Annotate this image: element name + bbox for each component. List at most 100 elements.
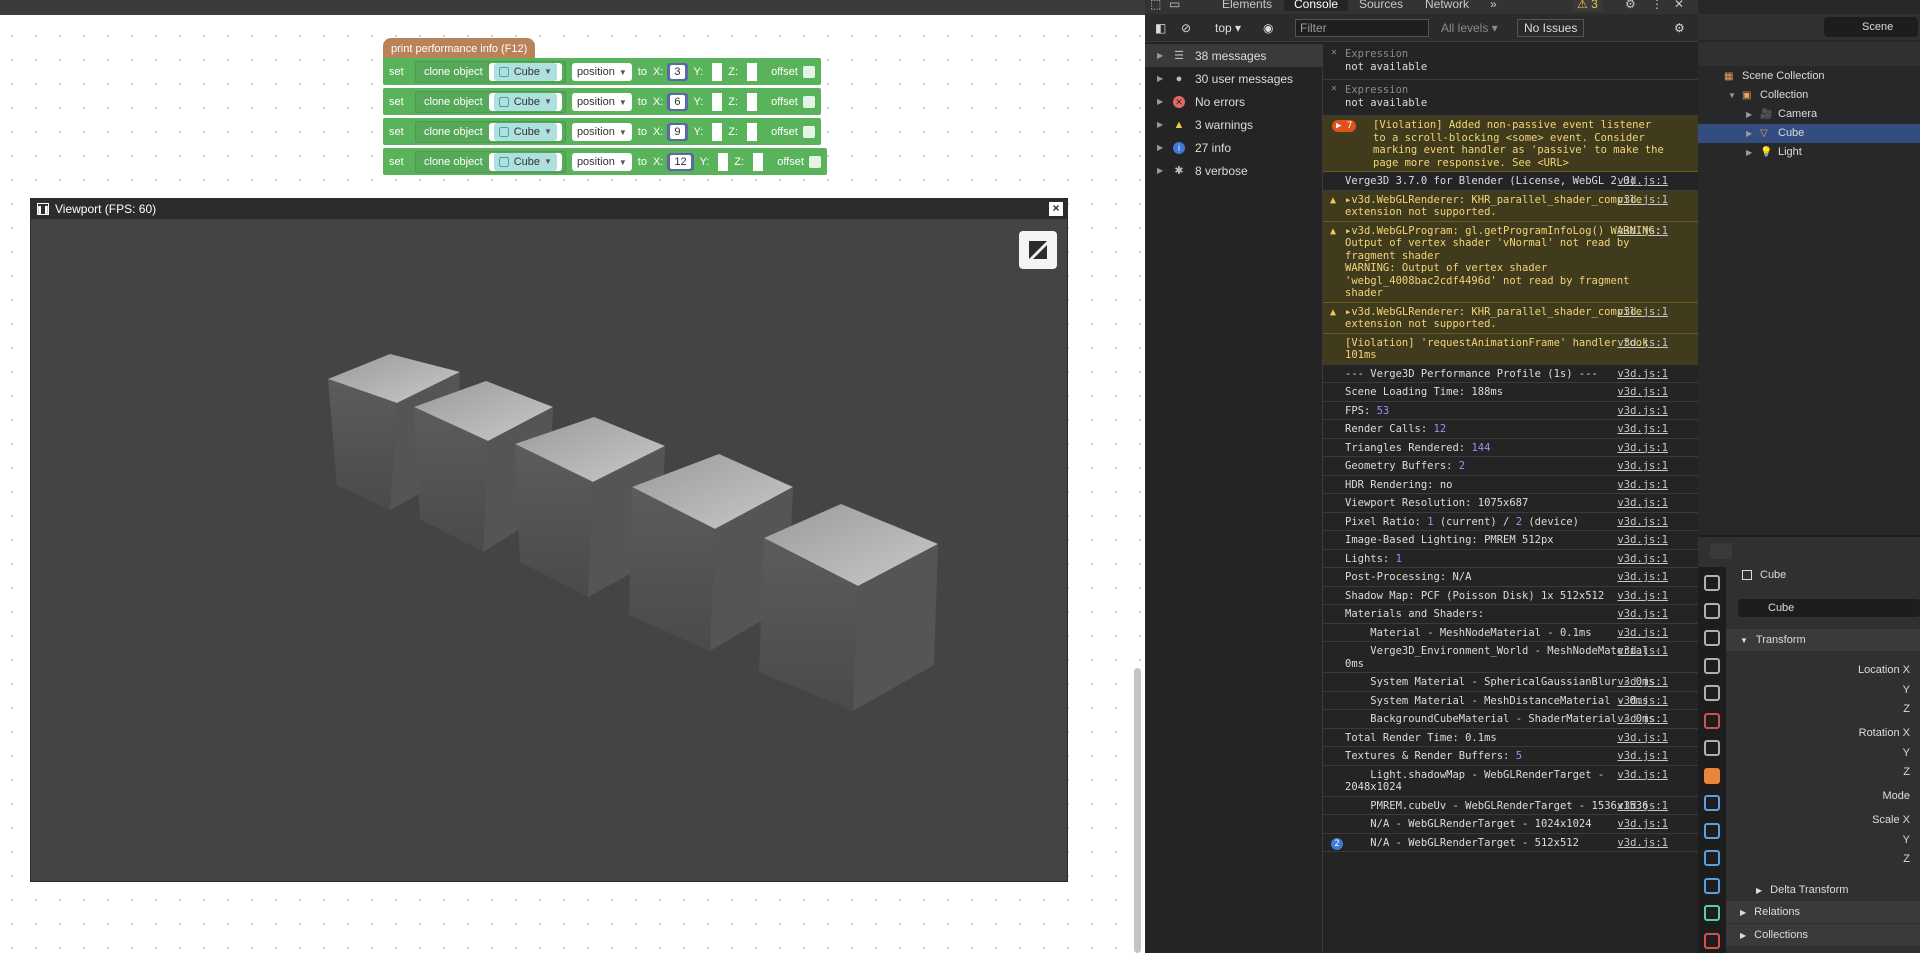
clone-object-block[interactable]: clone object Cube ▼ <box>415 150 566 173</box>
panel-header[interactable]: ▶ Relations <box>1726 901 1920 923</box>
expand-arrow-icon[interactable]: ▶ <box>1157 166 1171 175</box>
source-link[interactable]: v3d.js:1 <box>1617 695 1668 708</box>
source-link[interactable]: v3d.js:1 <box>1617 571 1668 584</box>
properties-tab-icon[interactable] <box>1704 575 1720 591</box>
filter-input[interactable]: Filter <box>1295 19 1429 37</box>
viewport-window[interactable]: ❚❚ Viewport (FPS: 60) × <box>30 198 1068 882</box>
offset-checkbox[interactable] <box>808 155 821 168</box>
violation-message[interactable]: ▶ 7 [Violation] Added non-passive event l… <box>1323 116 1698 172</box>
sidebar-item-user[interactable]: ▶ ● 30 user messages <box>1145 67 1322 90</box>
log-message[interactable]: Post-Processing: N/A v3d.js:1 <box>1323 568 1698 587</box>
y-input-slot[interactable] <box>708 122 723 141</box>
source-link[interactable]: v3d.js:1 <box>1617 337 1668 350</box>
outliner-item[interactable]: ▶ ▽ Cube <box>1698 124 1920 143</box>
warning-message[interactable]: ▲ ▸v3d.WebGLRenderer: KHR_parallel_shader… <box>1323 190 1698 222</box>
log-message[interactable]: Verge3D_Environment_World - MeshNodeMate… <box>1323 642 1698 673</box>
source-link[interactable]: v3d.js:1 <box>1617 516 1668 529</box>
properties-editor[interactable]: Cube Cube ▼ Transform ▶ Delta Transform ▶ Rel… <box>1698 535 1920 953</box>
source-link[interactable]: v3d.js:1 <box>1617 713 1668 726</box>
live-expression[interactable]: ✕ Expression not available <box>1323 80 1698 116</box>
object-dropdown[interactable]: Cube ▼ <box>488 92 562 111</box>
sidebar-item-warning[interactable]: ▶ ▲ 3 warnings <box>1145 113 1322 136</box>
properties-tab-icon[interactable] <box>1704 657 1720 674</box>
blender-panels[interactable]: Scene ▦ Scene Collection ▼ ▣ Collection ▶ 🎥 Cam… <box>1698 0 1920 953</box>
outliner-item[interactable]: ▼ ▣ Collection <box>1698 86 1920 105</box>
properties-tab-icon[interactable] <box>1704 685 1720 701</box>
warning-message[interactable]: ▲ ▸v3d.WebGLRenderer: KHR_parallel_shader… <box>1323 302 1698 334</box>
x-value[interactable]: 12 <box>670 154 691 169</box>
source-link[interactable]: v3d.js:1 <box>1617 837 1668 850</box>
source-link[interactable]: v3d.js:1 <box>1617 442 1668 455</box>
offset-checkbox[interactable] <box>802 65 815 78</box>
scene-selector[interactable]: Scene <box>1824 17 1918 37</box>
pause-icon[interactable]: ❚❚ <box>36 203 50 215</box>
properties-tab-icon[interactable] <box>1704 602 1720 619</box>
workspace-scrollbar[interactable] <box>1134 668 1141 953</box>
log-message[interactable]: Materials and Shaders: v3d.js:1 <box>1323 605 1698 624</box>
context-select[interactable]: top ▾ <box>1215 21 1241 35</box>
properties-tab-icon[interactable] <box>1704 740 1720 756</box>
warning-count-badge[interactable]: ⚠ 3 <box>1573 0 1602 11</box>
property-dropdown[interactable]: position ▼ <box>571 152 632 171</box>
outliner-item[interactable]: ▦ Scene Collection <box>1698 67 1920 86</box>
y-input-slot[interactable] <box>708 92 723 111</box>
eye-icon[interactable]: ◉ <box>1263 21 1273 35</box>
more-tabs-icon[interactable]: » <box>1490 0 1497 11</box>
log-message[interactable]: N/A - WebGLRenderTarget - 1024x1024 v3d.j… <box>1323 815 1698 834</box>
log-message[interactable]: Shadow Map: PCF (Poisson Disk) 1x 512x51… <box>1323 587 1698 605</box>
x-value[interactable]: 9 <box>670 124 685 139</box>
remove-expression-icon[interactable]: ✕ <box>1331 83 1337 96</box>
source-link[interactable]: v3d.js:1 <box>1617 306 1668 319</box>
source-link[interactable]: v3d.js:1 <box>1617 769 1668 782</box>
y-input-slot[interactable] <box>708 62 723 81</box>
log-message[interactable]: [Violation] 'requestAnimationFrame' hand… <box>1323 333 1698 365</box>
log-message[interactable]: 2 N/A - WebGLRenderTarget - 512x512 v3d.j… <box>1323 834 1698 852</box>
properties-tab-icon[interactable] <box>1704 822 1720 839</box>
properties-tab-icon[interactable] <box>1704 932 1720 949</box>
y-input-slot[interactable] <box>714 152 729 171</box>
source-link[interactable]: v3d.js:1 <box>1617 818 1668 831</box>
source-link[interactable]: v3d.js:1 <box>1617 225 1668 238</box>
log-message[interactable]: Geometry Buffers: 2 v3d.js:1 <box>1323 457 1698 476</box>
source-link[interactable]: v3d.js:1 <box>1617 194 1668 207</box>
sidebar-item-error[interactable]: ▶ ✕ No errors <box>1145 90 1322 113</box>
log-message[interactable]: PMREM.cubeUv - WebGLRenderTarget - 1536x… <box>1323 797 1698 815</box>
object-dropdown[interactable]: Cube ▼ <box>488 122 562 141</box>
expand-arrow-icon[interactable]: ▶ <box>1157 51 1171 60</box>
source-link[interactable]: v3d.js:1 <box>1617 750 1668 763</box>
source-link[interactable]: v3d.js:1 <box>1617 368 1668 381</box>
outliner[interactable]: Scene ▦ Scene Collection ▼ ▣ Collection ▶ 🎥 Cam… <box>1698 0 1920 535</box>
object-dropdown[interactable]: Cube ▼ <box>488 62 562 81</box>
inspect-icon[interactable]: ⬚ <box>1150 0 1161 11</box>
object-name-field[interactable]: Cube <box>1738 599 1920 617</box>
offset-checkbox[interactable] <box>802 125 815 138</box>
sidebar-item-verbose[interactable]: ▶ ✱ 8 verbose <box>1145 159 1322 182</box>
panel-header[interactable]: ▶ Delta Transform <box>1726 879 1920 901</box>
expand-arrow-icon[interactable]: ▶ <box>1157 74 1171 83</box>
close-devtools-icon[interactable]: ✕ <box>1674 0 1684 11</box>
source-link[interactable]: v3d.js:1 <box>1617 590 1668 603</box>
viewport-titlebar[interactable]: ❚❚ Viewport (FPS: 60) <box>31 199 1067 219</box>
tab-network[interactable]: Network <box>1425 0 1469 11</box>
log-message[interactable]: Lights: 1 v3d.js:1 <box>1323 550 1698 568</box>
tab-sources[interactable]: Sources <box>1359 0 1403 11</box>
more-menu-icon[interactable]: ⋮ <box>1651 0 1663 11</box>
set-block[interactable]: set clone object Cube ▼ position ▼ to X: 12 Y: Z: o… <box>383 148 827 175</box>
expand-arrow-icon[interactable]: ▶ <box>1157 143 1171 152</box>
log-message[interactable]: Total Render Time: 0.1ms v3d.js:1 <box>1323 729 1698 747</box>
z-input-slot[interactable] <box>743 62 758 81</box>
levels-select[interactable]: All levels ▾ <box>1441 21 1498 35</box>
live-expression[interactable]: ✕ Expression not available <box>1323 44 1698 80</box>
clone-object-block[interactable]: clone object Cube ▼ <box>415 60 566 83</box>
set-block[interactable]: set clone object Cube ▼ position ▼ to X: 6 Y: Z: of… <box>383 88 821 115</box>
source-link[interactable]: v3d.js:1 <box>1617 534 1668 547</box>
source-link[interactable]: v3d.js:1 <box>1617 553 1668 566</box>
object-dropdown[interactable]: Cube ▼ <box>488 152 562 171</box>
log-message[interactable]: Pixel Ratio: 1 (current) / 2 (device) v3d… <box>1323 513 1698 531</box>
panel-header[interactable]: ▶ Collections <box>1726 924 1920 946</box>
log-message[interactable]: Verge3D 3.7.0 for Blender (License, WebG… <box>1323 172 1698 191</box>
warning-message[interactable]: ▲ ▸v3d.WebGLProgram: gl.getProgramInfoLog… <box>1323 221 1698 303</box>
source-link[interactable]: v3d.js:1 <box>1617 608 1668 621</box>
x-number-block[interactable]: 12 <box>667 152 694 171</box>
3d-scene[interactable] <box>31 219 1067 881</box>
